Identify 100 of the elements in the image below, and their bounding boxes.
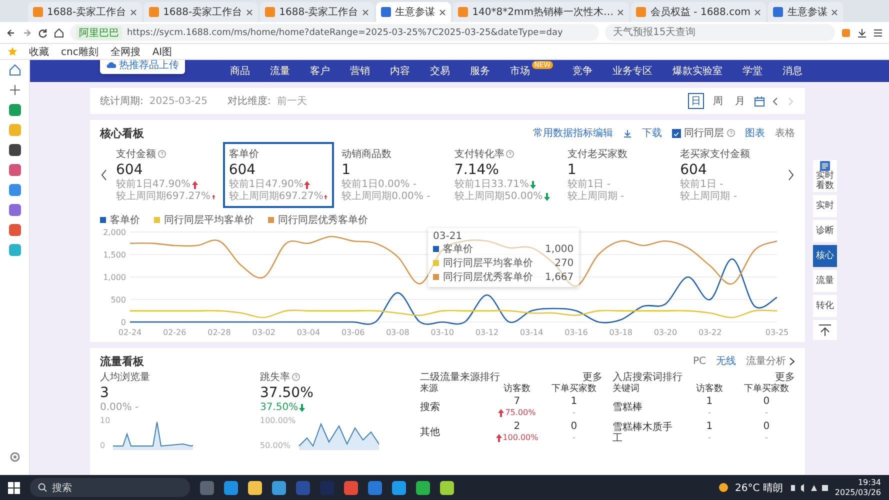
address-field[interactable]: 阿里巴巴 https://sycm.1688.com/ms/home/home?dateRange=2025-03-25%7C2025-03-25&dateType=day [70,24,599,41]
axis-label: 1,500 [103,250,126,260]
bookmark[interactable]: cnc雕刻 [61,44,98,58]
download-link[interactable]: 下载 [642,126,662,140]
nav-item[interactable]: 市场 [510,64,530,78]
axis-label: 1,000 [103,273,126,282]
browser-tab[interactable]: 140*8*2mm热销棒一次性木… [453,2,630,22]
close-icon[interactable] [754,8,762,16]
windows-logo-icon[interactable] [8,482,20,494]
home-icon[interactable] [8,64,20,76]
table-cell-text: 1 [705,421,714,432]
change-text: 较上周同期697.27% [116,191,210,203]
search-field[interactable]: 天气预报15天查询 [605,24,835,41]
nav-item[interactable]: 营销 [350,64,370,78]
next-icon[interactable] [786,169,795,181]
close-icon[interactable] [831,8,838,16]
device-toggle[interactable]: PC [692,356,706,366]
legend-label[interactable]: 同行同层优秀客单价 [278,213,368,227]
previous-icon[interactable] [771,96,780,106]
menu-icon[interactable] [873,28,883,38]
close-icon[interactable] [439,8,446,16]
range-button[interactable]: 日 [688,93,704,109]
metric-card[interactable]: 客单价 604 较前1日47.90% 较上周同期697.27% [222,142,334,208]
close-icon[interactable] [362,8,370,16]
taskbar-search[interactable]: 搜索 [30,478,190,497]
metric-card[interactable]: 支付转化率 7.14% 较前1日33.71% 较上周同期50.00% [448,142,560,208]
app-icon[interactable] [8,144,20,156]
app-icon[interactable] [224,480,238,494]
nav-item[interactable]: 客户 [310,64,330,78]
legend-label[interactable]: 客单价 [110,213,140,227]
device-toggle[interactable]: 无线 [716,354,736,368]
close-icon[interactable] [617,8,624,16]
close-icon[interactable] [130,8,138,16]
app-icon[interactable] [392,480,406,494]
axis-label: 02-28 [208,328,231,337]
bookmark[interactable]: AI图 [152,44,172,58]
upload-popup[interactable]: 热推荐品上传 [100,60,185,74]
side-nav-item[interactable]: 诊断 [813,220,837,242]
app-icon[interactable] [416,480,430,494]
app-icon[interactable] [344,480,358,494]
nav-item[interactable]: 消息 [782,64,803,78]
chevron-right-icon[interactable] [789,356,795,366]
metric-card[interactable]: 动销商品数 1 较前1日0.00% - 较上周同期0.00% - [336,142,446,208]
download-icon[interactable] [857,28,867,38]
side-nav-item[interactable]: 转化 [813,295,837,317]
weather-icon [718,482,729,493]
browser-tab[interactable]: 会员权益 - 1688.com [631,2,766,22]
side-nav-item[interactable]: 核心 [813,245,837,267]
panel-title: 核心看板 [100,126,144,140]
previous-icon[interactable] [100,169,108,181]
app-icon[interactable] [272,480,286,494]
extension-icon[interactable] [841,28,851,38]
nav-item[interactable]: 内容 [390,64,410,78]
bookmark[interactable]: 收藏 [29,44,49,58]
back-to-top-icon[interactable] [813,320,837,340]
browser-tab[interactable]: 生意参谋 [768,2,844,22]
download-icon[interactable] [623,128,632,138]
view-toggle[interactable]: 表格 [775,126,795,140]
plus-icon[interactable] [8,84,20,96]
nav-item[interactable]: 服务 [470,64,490,78]
more-link[interactable]: 更多 [775,370,795,383]
favicon-icon [149,7,160,17]
side-nav-item[interactable]: 实时看数 [813,160,837,192]
metric-card[interactable]: 支付老买家数 1 较前1日 - 较上周同期 - [561,142,672,208]
browser-tab[interactable]: 1688-卖家工作台 [28,2,142,22]
forward-icon[interactable] [22,28,32,38]
more-link[interactable]: 更多 [582,370,602,383]
legend-swatch [433,260,440,266]
metric-card[interactable]: 支付金额 604 较前1日47.90% 较上周同期697.27% [110,142,221,208]
nav-item[interactable]: 学堂 [742,64,763,78]
browser-tab[interactable]: 1688-卖家工作台 [144,2,258,22]
calendar-icon[interactable] [754,96,765,106]
nav-item[interactable]: 交易 [430,64,450,78]
settings-icon[interactable] [8,451,20,463]
app-icon[interactable] [440,480,454,494]
nav-item[interactable]: 流量 [270,64,290,78]
metric-card[interactable]: 老买家支付金额 604 较前1日 - 较上周同期 - [674,142,785,208]
nav-item[interactable]: 商品 [230,64,250,78]
app-icon[interactable] [8,204,20,216]
checkbox[interactable] [672,128,681,138]
back-icon[interactable] [6,28,16,38]
analysis-link[interactable]: 流量分析 [746,354,786,368]
side-nav-item[interactable]: 流量 [813,270,837,292]
legend-label[interactable]: 同行同层平均客单价 [164,213,254,227]
view-toggle[interactable]: 图表 [745,126,765,140]
nav-item[interactable]: 竞争 [572,64,593,78]
edit-metrics-link[interactable]: 常用数据指标编辑 [533,126,613,140]
browser-tab[interactable]: 1688-卖家工作台 [260,2,374,22]
nav-item[interactable]: 业务专区 [612,64,653,78]
bookmark[interactable]: 全网搜 [110,44,140,58]
nav-item[interactable]: 爆款实验室 [672,64,723,78]
tray-icons[interactable] [788,482,829,492]
app-icon[interactable] [248,480,262,494]
side-nav-item[interactable]: 实时 [813,195,837,217]
browser-tab[interactable]: 生意参谋 [376,2,452,22]
close-icon[interactable] [246,8,254,16]
refresh-icon[interactable] [38,28,48,38]
table-cell-text: 7 [512,396,522,407]
axis-label: 03-14 [520,328,544,337]
home-icon[interactable] [54,28,64,38]
